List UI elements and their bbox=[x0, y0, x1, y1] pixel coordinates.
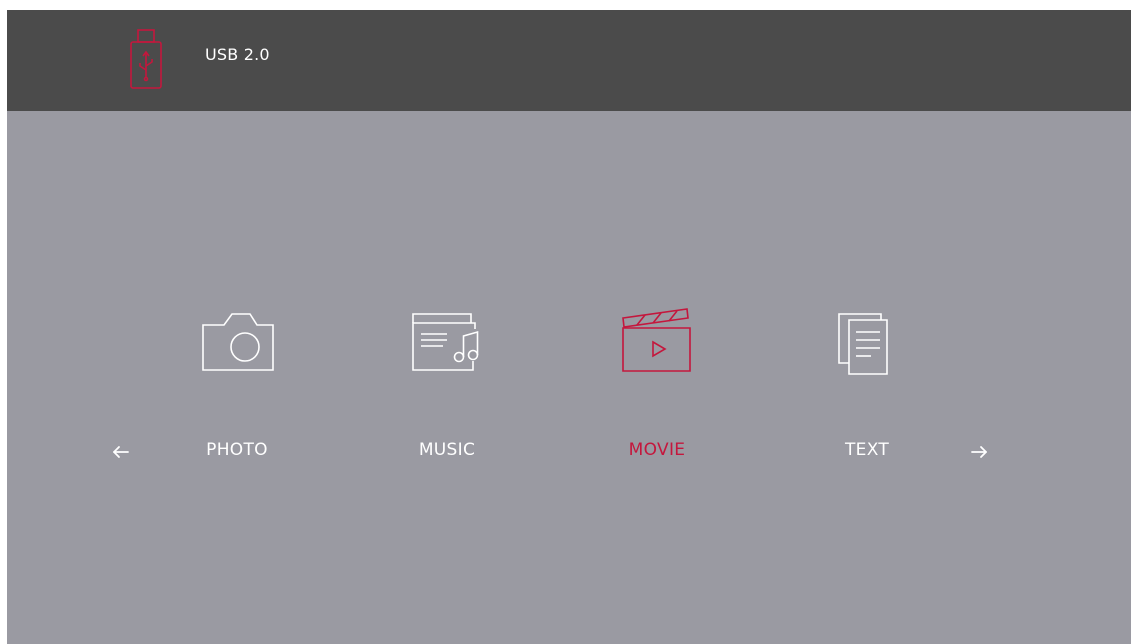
menu-label-text: TEXT bbox=[844, 440, 890, 460]
camera-icon bbox=[202, 313, 274, 371]
header-bar: USB 2.0 bbox=[7, 10, 1131, 111]
usb-source-label: USB 2.0 bbox=[205, 45, 270, 64]
usb-media-screen: USB 2.0 PHOTO MUSIC MOVIE TEXT bbox=[7, 10, 1131, 644]
menu-label-music: MUSIC bbox=[418, 440, 476, 460]
arrow-right-icon[interactable] bbox=[967, 440, 991, 464]
arrow-left-icon[interactable] bbox=[109, 440, 133, 464]
document-icon bbox=[838, 313, 888, 375]
menu-label-photo: PHOTO bbox=[206, 440, 268, 460]
menu-label-movie: MOVIE bbox=[628, 440, 686, 460]
music-list-icon bbox=[412, 313, 479, 371]
usb-drive-icon bbox=[130, 29, 162, 89]
clapperboard-icon bbox=[622, 308, 691, 372]
